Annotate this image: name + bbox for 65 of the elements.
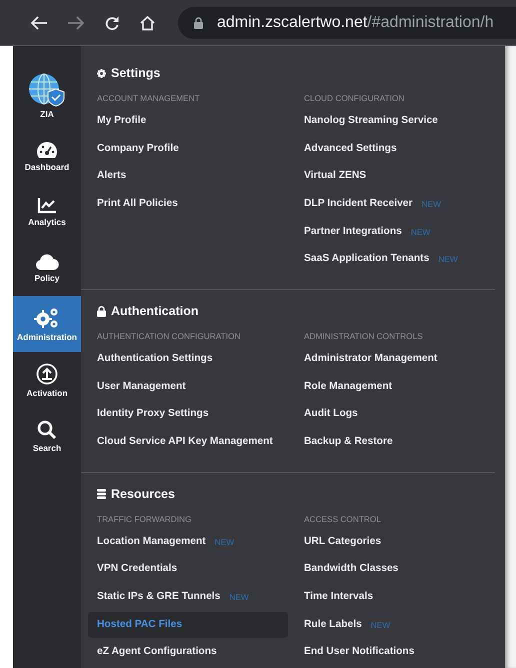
- menu-item[interactable]: Authentication Settings: [88, 346, 222, 372]
- menu-item[interactable]: Static IPs & GRE Tunnels: [88, 584, 230, 610]
- menu-item[interactable]: VPN Credentials: [88, 556, 186, 582]
- menu-item[interactable]: Alerts: [88, 163, 136, 190]
- new-label: NEW: [438, 254, 458, 264]
- gears-icon: [34, 306, 60, 328]
- menu-item[interactable]: Rule Labels: [295, 612, 371, 638]
- analytics-icon: [37, 197, 57, 214]
- menu-item[interactable]: Time Intervals: [295, 584, 382, 610]
- menu-item[interactable]: Partner Integrations: [295, 218, 411, 245]
- section-title: Resources: [111, 486, 175, 501]
- menu-item[interactable]: SaaS Application Tenants: [295, 246, 438, 272]
- reload-icon[interactable]: [104, 14, 120, 30]
- new-label: NEW: [229, 592, 249, 602]
- menu-item[interactable]: My Profile: [88, 108, 156, 134]
- menu-item[interactable]: DLP Incident Receiver: [295, 190, 422, 217]
- sidebar-item[interactable]: Search: [13, 408, 81, 464]
- sidebar-item[interactable]: Activation: [13, 352, 81, 408]
- menu-item[interactable]: Bandwidth Classes: [295, 556, 408, 582]
- menu-item[interactable]: Administrator Management: [295, 346, 446, 372]
- menu-item[interactable]: Cloud Service API Key Management: [88, 429, 282, 456]
- lock-icon: [194, 16, 203, 28]
- group-heading: CLOUD CONFIGURATION: [303, 92, 406, 105]
- cloud-icon: [35, 254, 59, 270]
- menu-item[interactable]: User Management: [88, 374, 195, 400]
- search-icon: [37, 420, 57, 440]
- group-heading: ACCOUNT MANAGEMENT: [96, 92, 201, 105]
- menu-item[interactable]: eZ Agent Configurations: [88, 639, 226, 666]
- menu-item[interactable]: Print All Policies: [88, 190, 187, 217]
- menu-item[interactable]: Role Management: [295, 374, 402, 400]
- menu-item[interactable]: Location Management: [88, 528, 215, 555]
- group-heading: AUTHENTICATION CONFIGURATION: [96, 330, 242, 344]
- menu-item[interactable]: Identity Proxy Settings: [88, 401, 218, 428]
- menu-item[interactable]: Virtual ZENS: [295, 163, 376, 190]
- sidebar-item[interactable]: Analytics: [13, 184, 81, 240]
- upload-icon: [36, 362, 58, 384]
- menu-item[interactable]: End User Notifications: [295, 639, 424, 666]
- menu-item[interactable]: URL Categories: [295, 528, 390, 555]
- address-bar[interactable]: admin.zscalertwo.net/#administration/h: [178, 6, 516, 38]
- database-icon: [97, 488, 106, 499]
- sidebar-item[interactable]: Administration: [13, 296, 81, 352]
- menu-item[interactable]: Audit Logs: [295, 401, 367, 428]
- group-heading: ACCESS CONTROL: [303, 512, 382, 526]
- menu-item[interactable]: Nanolog Streaming Service: [295, 108, 447, 134]
- zia-logo-icon: [27, 73, 67, 107]
- menu-item[interactable]: Advanced Settings: [295, 136, 406, 162]
- new-label: NEW: [214, 536, 234, 547]
- menu-item[interactable]: Backup & Restore: [295, 429, 402, 456]
- menu-item[interactable]: Company Profile: [88, 136, 188, 162]
- group-heading: ADMINISTRATION CONTROLS: [303, 330, 424, 344]
- new-label: NEW: [422, 198, 441, 209]
- new-label: NEW: [370, 620, 390, 630]
- gear-icon: [97, 68, 106, 78]
- menu-item[interactable]: Hosted PAC Files: [88, 612, 288, 638]
- section-title: Settings: [111, 66, 160, 80]
- new-label: NEW: [410, 226, 430, 237]
- back-icon[interactable]: [30, 14, 48, 30]
- sidebar-item[interactable]: Policy: [13, 240, 81, 296]
- lock-icon: [97, 306, 106, 317]
- sidebar-item[interactable]: ZIA: [13, 64, 81, 128]
- dashboard-icon: [36, 140, 58, 158]
- sidebar-item[interactable]: Dashboard: [13, 128, 81, 184]
- group-heading: TRAFFIC FORWARDING: [96, 512, 192, 526]
- home-icon[interactable]: [139, 14, 156, 30]
- section-title: Authentication: [111, 304, 198, 318]
